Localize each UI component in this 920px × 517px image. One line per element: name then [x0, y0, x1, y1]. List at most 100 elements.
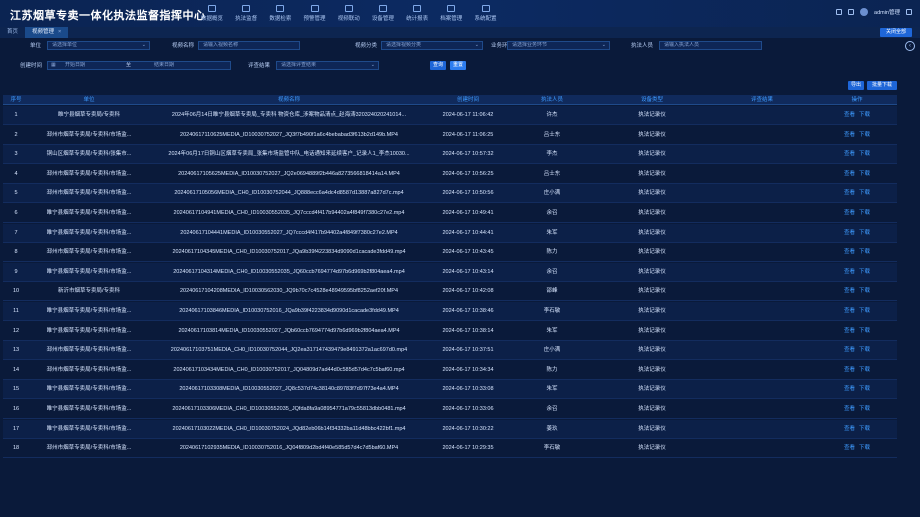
- table-cell: 14: [12, 366, 20, 373]
- table-cell: 15: [12, 386, 20, 393]
- view-link[interactable]: 查看: [844, 445, 855, 451]
- export-button[interactable]: 导出: [848, 81, 864, 90]
- view-link[interactable]: 查看: [844, 406, 855, 412]
- video-category-label: 视频分类: [355, 43, 378, 49]
- table-cell: 2024-06-17 10:33:08: [442, 386, 494, 393]
- view-link[interactable]: 查看: [844, 288, 855, 294]
- video-name-label: 视频名称: [172, 43, 195, 49]
- table-cell: 执法记录仪: [638, 151, 666, 158]
- avatar[interactable]: [860, 8, 869, 16]
- filter-row-1: 单位 请选择单位 ⌄ 视频名称 请输入视频名称 视频分类 请选择视频分类 ⌄ 业务环…: [0, 41, 920, 53]
- calendar-icon: ▦: [51, 62, 56, 68]
- download-link[interactable]: 下载: [859, 288, 870, 294]
- table-cell: 朱军: [546, 386, 558, 393]
- download-link[interactable]: 下载: [859, 426, 870, 432]
- view-link[interactable]: 查看: [844, 171, 855, 177]
- batch-download-button[interactable]: 批量下载: [867, 81, 897, 90]
- column-header[interactable]: 单位: [29, 95, 149, 105]
- user-name[interactable]: admin管理: [874, 8, 900, 16]
- column-header[interactable]: 视频名称: [149, 95, 429, 105]
- end-date[interactable]: 结束日期: [154, 62, 174, 69]
- table-cell: 睢宁县烟草专卖局/专卖科/市场监...: [46, 406, 132, 412]
- download-link[interactable]: 下载: [859, 249, 870, 255]
- date-range-picker[interactable]: ▦ 开始日期 至 结束日期: [47, 61, 231, 70]
- table-row: 3 铜山区烟草专卖局/专卖科/张集市... 2024年06月17日铜山区烟草专卖局_…: [3, 145, 897, 165]
- tab-home[interactable]: 首页: [0, 27, 25, 38]
- nav-item[interactable]: 数据检索: [264, 0, 296, 27]
- column-header[interactable]: 执法人员: [507, 95, 597, 105]
- table-row: 13 邳州市烟草专卖局/专卖科/市场监... 20240617103751MEDIA…: [3, 341, 897, 361]
- nav-item[interactable]: 数据概览: [196, 0, 228, 27]
- download-link[interactable]: 下载: [859, 386, 870, 392]
- search-button[interactable]: 查询: [430, 61, 446, 70]
- nav-item[interactable]: 系统配置: [470, 0, 502, 27]
- download-link[interactable]: 下载: [859, 151, 870, 157]
- download-link[interactable]: 下载: [859, 269, 870, 275]
- table-cell: 2024年06月14日睢宁县烟草专卖局_专卖科 物资仓库_涉案物品清点_赵海涛3…: [171, 112, 407, 118]
- table-cell: 5: [14, 190, 18, 197]
- table-cell: 20240617103751MEDIA_CH0_ID10030752044_JQ…: [170, 347, 408, 354]
- reset-button[interactable]: 重置: [450, 61, 466, 70]
- video-name-input[interactable]: 请输入视频名称: [198, 41, 300, 50]
- nav-item[interactable]: 设备管理: [367, 0, 399, 27]
- table-cell: 新沂市烟草专卖局/专卖科: [57, 288, 121, 295]
- view-link[interactable]: 查看: [844, 347, 855, 353]
- close-icon[interactable]: ×: [58, 29, 61, 35]
- fullscreen-icon[interactable]: [848, 9, 855, 15]
- review-result-select[interactable]: 请选择评查结果 ⌄: [276, 61, 379, 70]
- nav-item[interactable]: 预警管理: [299, 0, 331, 27]
- download-link[interactable]: 下载: [859, 406, 870, 412]
- nav-item[interactable]: 执法监督: [230, 0, 262, 27]
- row-actions: 查看 下载: [817, 361, 897, 380]
- download-link[interactable]: 下载: [859, 190, 870, 196]
- view-link[interactable]: 查看: [844, 151, 855, 157]
- tab-video-management[interactable]: 视频管理 ×: [25, 27, 69, 38]
- table-cell: 余召: [546, 406, 558, 412]
- view-link[interactable]: 查看: [844, 132, 855, 138]
- table-cell: 2024-06-17 10:29:35: [442, 445, 494, 452]
- business-stage-select[interactable]: 请选择业务环节 ⌄: [507, 41, 610, 50]
- download-link[interactable]: 下载: [859, 308, 870, 314]
- download-link[interactable]: 下载: [859, 445, 870, 451]
- table-cell: 余召: [546, 268, 558, 275]
- view-link[interactable]: 查看: [844, 269, 855, 275]
- table-cell: 执法记录仪: [638, 131, 666, 138]
- table-cell: 11: [13, 308, 19, 314]
- download-link[interactable]: 下载: [859, 171, 870, 177]
- table-cell: 17: [12, 425, 20, 432]
- view-link[interactable]: 查看: [844, 426, 855, 432]
- range-separator: 至: [126, 62, 132, 68]
- notification-icon[interactable]: [836, 9, 843, 15]
- column-header[interactable]: 设备类型: [597, 95, 707, 105]
- download-link[interactable]: 下载: [859, 230, 870, 236]
- download-link[interactable]: 下载: [859, 132, 870, 138]
- view-link[interactable]: 查看: [844, 308, 855, 314]
- start-date[interactable]: 开始日期: [65, 62, 85, 69]
- nav-item[interactable]: 视频联动: [333, 0, 365, 27]
- download-link[interactable]: 下载: [859, 210, 870, 216]
- table-cell: 2024-06-17 10:37:51: [442, 347, 494, 354]
- view-link[interactable]: 查看: [844, 230, 855, 236]
- view-link[interactable]: 查看: [844, 328, 855, 334]
- view-link[interactable]: 查看: [844, 367, 855, 373]
- column-header[interactable]: 创建时间: [429, 95, 507, 105]
- table-cell: 20240617104208MEDIA_ID10030562030_JQ9b70…: [179, 288, 399, 295]
- video-category-select[interactable]: 请选择视频分类 ⌄: [381, 41, 483, 50]
- column-header[interactable]: 评查结果: [707, 95, 817, 105]
- download-link[interactable]: 下载: [859, 367, 870, 373]
- view-link[interactable]: 查看: [844, 386, 855, 392]
- download-link[interactable]: 下载: [859, 347, 870, 353]
- nav-item[interactable]: 统计报表: [401, 0, 433, 27]
- nav-item[interactable]: 档案管理: [435, 0, 467, 27]
- unit-select[interactable]: 请选择单位 ⌄: [47, 41, 150, 50]
- officer-input[interactable]: 请输入执法人员: [659, 41, 762, 50]
- view-link[interactable]: 查看: [844, 249, 855, 255]
- nav-label: 统计报表: [406, 16, 429, 22]
- close-all-tabs-button[interactable]: 关闭全部: [879, 28, 912, 37]
- settings-icon[interactable]: [906, 9, 912, 15]
- view-link[interactable]: 查看: [844, 112, 855, 118]
- download-link[interactable]: 下载: [859, 328, 870, 334]
- download-link[interactable]: 下载: [859, 112, 870, 118]
- view-link[interactable]: 查看: [844, 190, 855, 196]
- view-link[interactable]: 查看: [844, 210, 855, 216]
